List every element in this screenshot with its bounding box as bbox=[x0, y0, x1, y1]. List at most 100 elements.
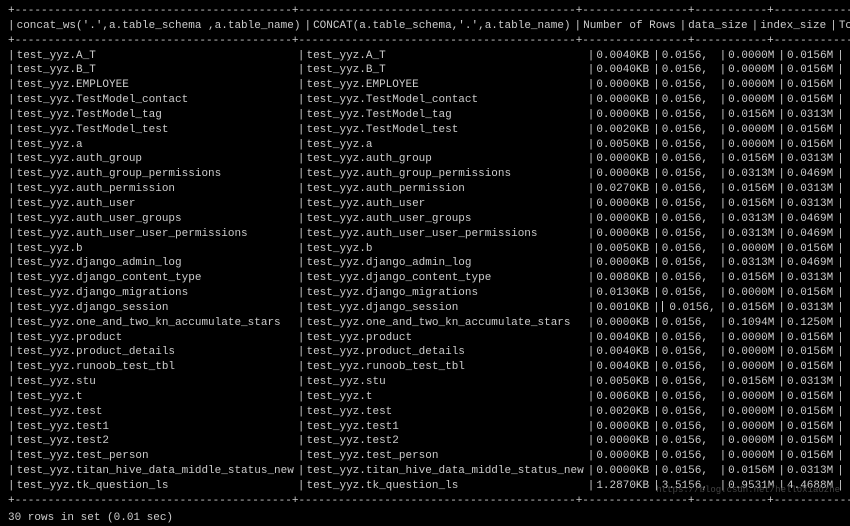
cell-total: 0.0469M bbox=[787, 212, 837, 227]
cell-name1: test_yyz.test_person bbox=[17, 449, 298, 464]
cell-index-size: 0.0313M bbox=[728, 167, 778, 182]
cell-rows: 0.0130KB bbox=[596, 286, 653, 301]
table-row: |test_yyz.test1|test_yyz.test1|0.0000KB|… bbox=[8, 420, 846, 435]
cell-data-size: 0.0156, bbox=[662, 375, 720, 390]
cell-rows: 0.0000KB bbox=[596, 464, 653, 479]
cell-name1: test_yyz.EMPLOYEE bbox=[17, 78, 298, 93]
cell-index-size: 0.0000M bbox=[728, 78, 778, 93]
cell-data-size: 0.0156, bbox=[662, 271, 720, 286]
header-col2: CONCAT(a.table_schema,'.',a.table_name) bbox=[313, 19, 574, 34]
cell-name1: test_yyz.auth_user_groups bbox=[17, 212, 298, 227]
cell-name1: test_yyz.titan_hive_data_middle_status_n… bbox=[17, 464, 298, 479]
table-row: |test_yyz.runoob_test_tbl|test_yyz.runoo… bbox=[8, 360, 846, 375]
cell-name2: test_yyz.b bbox=[306, 242, 587, 257]
cell-name2: test_yyz.django_session bbox=[306, 301, 587, 316]
cell-total: 0.0469M bbox=[787, 256, 837, 271]
cell-name2: test_yyz.TestModel_tag bbox=[306, 108, 587, 123]
cell-rows: 0.0040KB bbox=[596, 360, 653, 375]
watermark: https://blog.csdn.net/helloxiaozhe bbox=[656, 484, 840, 496]
header-col3: Number of Rows bbox=[583, 19, 679, 34]
table-row: |test_yyz.django_migrations|test_yyz.dja… bbox=[8, 286, 846, 301]
cell-total: 0.0156M bbox=[787, 49, 837, 64]
table-row: |test_yyz.test2|test_yyz.test2|0.0000KB|… bbox=[8, 434, 846, 449]
cell-rows: 0.0000KB bbox=[596, 420, 653, 435]
cell-name1: test_yyz.TestModel_test bbox=[17, 123, 298, 138]
cell-data-size: 0.0156, bbox=[662, 316, 720, 331]
cell-rows: 0.0000KB bbox=[596, 256, 653, 271]
cell-name2: test_yyz.auth_group_permissions bbox=[306, 167, 587, 182]
cell-name1: test_yyz.b bbox=[17, 242, 298, 257]
table-row: |test_yyz.auth_group_permissions|test_yy… bbox=[8, 167, 846, 182]
cell-name2: test_yyz.a bbox=[306, 138, 587, 153]
cell-index-size: 0.0000M bbox=[728, 93, 778, 108]
cell-name1: test_yyz.TestModel_contact bbox=[17, 93, 298, 108]
table-row: |test_yyz.stu|test_yyz.stu|0.0050KB|0.01… bbox=[8, 375, 846, 390]
cell-name1: test_yyz.stu bbox=[17, 375, 298, 390]
cell-total: 0.1250M bbox=[787, 316, 837, 331]
separator-bottom: +---------------------------------------… bbox=[8, 494, 842, 509]
cell-total: 0.0313M bbox=[787, 301, 837, 316]
table-row: |test_yyz.a|test_yyz.a|0.0050KB|0.0156,|… bbox=[8, 138, 846, 153]
cell-name2: test_yyz.B_T bbox=[306, 63, 587, 78]
cell-rows: 0.0000KB bbox=[596, 227, 653, 242]
table-row: |test_yyz.TestModel_contact|test_yyz.Tes… bbox=[8, 93, 846, 108]
cell-index-size: 0.0000M bbox=[728, 286, 778, 301]
table-row: |test_yyz.auth_user_user_permissions|tes… bbox=[8, 227, 846, 242]
cell-data-size: 0.0156, bbox=[662, 167, 720, 182]
table-row: |test_yyz.django_admin_log|test_yyz.djan… bbox=[8, 256, 846, 271]
cell-data-size: 0.0156, bbox=[662, 63, 720, 78]
cell-name1: test_yyz.django_content_type bbox=[17, 271, 298, 286]
table-row: |test_yyz.product_details|test_yyz.produ… bbox=[8, 345, 846, 360]
cell-rows: 0.0000KB bbox=[596, 78, 653, 93]
table-row: |test_yyz.auth_permission|test_yyz.auth_… bbox=[8, 182, 846, 197]
cell-data-size: 0.0156, bbox=[662, 108, 720, 123]
cell-rows: 0.0000KB bbox=[596, 449, 653, 464]
cell-total: 0.0156M bbox=[787, 93, 837, 108]
cell-index-size: 0.0000M bbox=[728, 345, 778, 360]
cell-name2: test_yyz.EMPLOYEE bbox=[306, 78, 587, 93]
cell-data-size: 0.0156, bbox=[662, 256, 720, 271]
cell-total: 0.0156M bbox=[787, 123, 837, 138]
table-row: |test_yyz.one_and_two_kn_accumulate_star… bbox=[8, 316, 846, 331]
cell-rows: 0.0000KB bbox=[596, 152, 653, 167]
cell-total: 0.0313M bbox=[787, 197, 837, 212]
cell-total: 0.0313M bbox=[787, 108, 837, 123]
header-col4: data_size bbox=[688, 19, 751, 34]
cell-total: 0.0156M bbox=[787, 345, 837, 360]
cell-name2: test_yyz.test1 bbox=[306, 420, 587, 435]
table-row: |test_yyz.TestModel_tag|test_yyz.TestMod… bbox=[8, 108, 846, 123]
cell-name1: test_yyz.t bbox=[17, 390, 298, 405]
cell-index-size: 0.0156M bbox=[728, 152, 778, 167]
cell-name1: test_yyz.auth_user_user_permissions bbox=[17, 227, 298, 242]
cell-rows: 0.0000KB bbox=[596, 167, 653, 182]
cell-total: 0.0156M bbox=[787, 78, 837, 93]
cell-data-size: 0.0156, bbox=[662, 420, 720, 435]
cell-name2: test_yyz.titan_hive_data_middle_status_n… bbox=[306, 464, 587, 479]
cell-index-size: 0.0000M bbox=[728, 434, 778, 449]
cell-rows: 0.0000KB bbox=[596, 434, 653, 449]
cell-rows: 0.0050KB bbox=[596, 375, 653, 390]
cell-index-size: 0.0000M bbox=[728, 360, 778, 375]
cell-rows: 0.0050KB bbox=[596, 242, 653, 257]
cell-index-size: 0.0313M bbox=[728, 227, 778, 242]
cell-data-size: 0.0156, bbox=[662, 449, 720, 464]
cell-data-size: 0.0156, bbox=[662, 301, 720, 316]
cell-index-size: 0.0313M bbox=[728, 212, 778, 227]
cell-rows: 0.0000KB bbox=[596, 212, 653, 227]
cell-data-size: 0.0156, bbox=[662, 434, 720, 449]
cell-name1: test_yyz.auth_group bbox=[17, 152, 298, 167]
cell-total: 0.0469M bbox=[787, 167, 837, 182]
result-rows: |test_yyz.A_T|test_yyz.A_T|0.0040KB|0.01… bbox=[8, 49, 846, 494]
header-col6: Total bbox=[839, 19, 850, 34]
cell-data-size: 0.0156, bbox=[662, 123, 720, 138]
cell-name2: test_yyz.product_details bbox=[306, 345, 587, 360]
cell-index-size: 0.0000M bbox=[728, 49, 778, 64]
cell-name2: test_yyz.test_person bbox=[306, 449, 587, 464]
cell-data-size: 0.0156, bbox=[662, 464, 720, 479]
table-row: |test_yyz.auth_user_groups|test_yyz.auth… bbox=[8, 212, 846, 227]
cell-name1: test_yyz.a bbox=[17, 138, 298, 153]
table-row: |test_yyz.auth_user|test_yyz.auth_user|0… bbox=[8, 197, 846, 212]
separator-mid: +---------------------------------------… bbox=[8, 34, 842, 49]
cell-index-size: 0.0156M bbox=[728, 464, 778, 479]
cell-data-size: 0.0156, bbox=[662, 331, 720, 346]
